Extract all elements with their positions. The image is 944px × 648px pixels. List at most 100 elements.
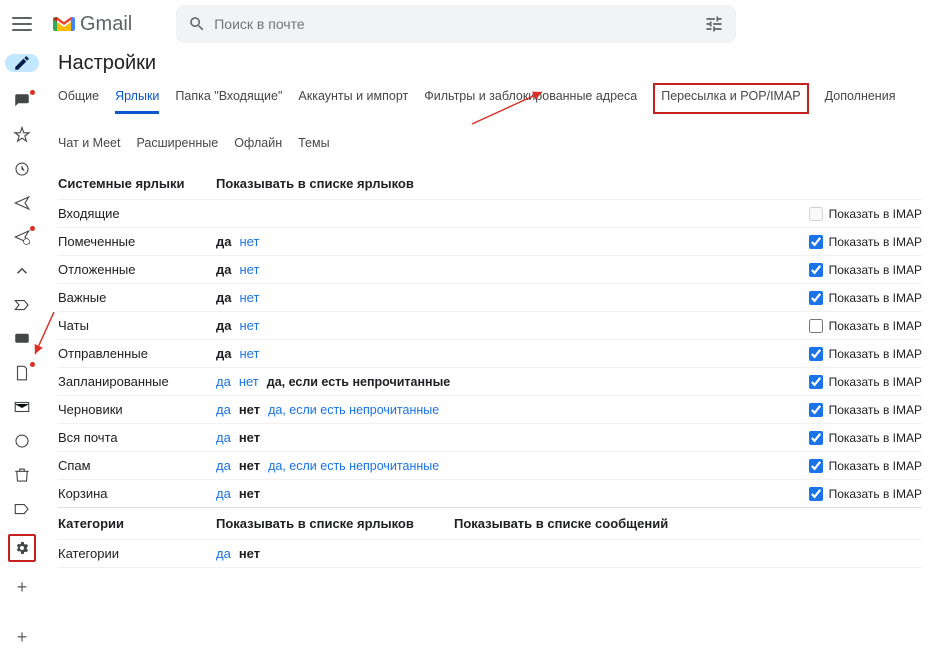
all-mail-icon[interactable] [13,398,31,416]
imap-checkbox[interactable] [809,291,823,305]
imap-checkbox[interactable] [809,487,823,501]
label-name: Вся почта [58,430,216,445]
system-row: Черновикиданетда, если есть непрочитанны… [58,395,922,423]
imap-cell: Показать в IMAP [454,403,922,417]
imap-checkbox[interactable] [809,403,823,417]
chevron-up-icon[interactable] [13,262,31,280]
option-yes[interactable]: да [216,234,231,249]
app-name: Gmail [80,13,132,36]
tab-filters[interactable]: Фильтры и заблокированные адреса [424,83,637,114]
imap-checkbox[interactable] [809,319,823,333]
option-yes[interactable]: да [216,486,231,501]
chats-icon[interactable] [13,330,31,348]
manage-labels-highlighted[interactable] [8,534,36,562]
tab-chat[interactable]: Чат и Meet [58,130,120,158]
tab-addons[interactable]: Дополнения [825,83,896,114]
col-header-categories: Категории [58,516,216,531]
show-options: данет [216,546,454,561]
sent-icon[interactable] [13,194,31,212]
option-no[interactable]: нет [239,458,260,473]
imap-cell: Показать в IMAP [454,375,922,389]
imap-label: Показать в IMAP [829,319,922,333]
imap-cell: Показать в IMAP [454,459,922,473]
imap-label: Показать в IMAP [829,487,922,501]
option-yes[interactable]: да [216,262,231,277]
plus-icon-2[interactable]: + [13,628,31,646]
system-row: Помеченныеданет Показать в IMAP [58,227,922,255]
option-if-unread[interactable]: да, если есть непрочитанные [268,459,439,473]
option-if-unread[interactable]: да, если есть непрочитанные [267,375,450,389]
scheduled-icon[interactable] [13,228,31,246]
snoozed-icon[interactable] [13,160,31,178]
imap-checkbox[interactable] [809,459,823,473]
add-label-icon[interactable]: + [13,578,31,596]
tab-offline[interactable]: Офлайн [234,130,282,158]
tab-advanced[interactable]: Расширенные [136,130,218,158]
imap-cell: Показать в IMAP [454,235,922,249]
option-yes[interactable]: да [216,430,231,445]
option-no[interactable]: нет [239,546,260,561]
tab-accounts[interactable]: Аккаунты и импорт [298,83,408,114]
option-yes[interactable]: да [216,458,231,473]
imap-checkbox[interactable] [809,431,823,445]
drafts-icon[interactable] [13,364,31,382]
system-row: Спамданетда, если есть непрочитанныеПока… [58,451,922,479]
compose-button[interactable] [5,54,39,72]
search-input[interactable] [206,16,704,32]
label-icon[interactable] [13,500,31,518]
system-row: Вся почтаданет Показать в IMAP [58,423,922,451]
col-header-msg: Показывать в списке сообщений [454,516,694,531]
option-yes[interactable]: да [216,318,231,333]
option-no[interactable]: нет [239,374,259,389]
imap-label: Показать в IMAP [829,291,922,305]
option-yes[interactable]: да [216,546,231,561]
pencil-icon [13,54,31,72]
tab-themes[interactable]: Темы [298,130,329,158]
option-yes[interactable]: да [216,290,231,305]
system-row: ВходящиеПоказать в IMAP [58,199,922,227]
imap-cell: Показать в IMAP [454,319,922,333]
gmail-icon [52,12,76,36]
imap-checkbox[interactable] [809,235,823,249]
system-row: ОтправленныеданетПоказать в IMAP [58,339,922,367]
option-no[interactable]: нет [239,262,259,277]
search-icon [188,15,206,33]
sidebar: + + [0,48,44,573]
main-menu-button[interactable] [10,12,34,36]
important-icon[interactable] [13,296,31,314]
option-if-unread[interactable]: да, если есть непрочитанные [268,403,439,417]
label-name: Важные [58,290,216,305]
tab-labels[interactable]: Ярлыки [115,83,159,114]
option-no[interactable]: нет [239,290,259,305]
trash-icon[interactable] [13,466,31,484]
star-icon[interactable] [13,126,31,144]
tune-icon[interactable] [704,14,724,34]
imap-checkbox[interactable] [809,375,823,389]
option-no[interactable]: нет [239,318,259,333]
category-row: Категорииданет [58,539,922,567]
option-no[interactable]: нет [239,486,260,501]
imap-checkbox [809,207,823,221]
imap-checkbox[interactable] [809,347,823,361]
imap-checkbox[interactable] [809,263,823,277]
option-no[interactable]: нет [239,234,259,249]
show-options: данет [216,346,454,361]
option-no[interactable]: нет [239,430,260,445]
label-name: Помеченные [58,234,216,249]
search-bar[interactable] [176,5,736,43]
inbox-icon[interactable] [13,92,31,110]
option-yes[interactable]: да [216,402,231,417]
option-no[interactable]: нет [239,346,259,361]
show-options: данет да, если есть непрочитанные [216,402,454,417]
option-yes[interactable]: да [216,346,231,361]
option-yes[interactable]: да [216,374,231,389]
imap-cell: Показать в IMAP [454,431,922,445]
clock-icon[interactable] [13,432,31,450]
label-name: Отложенные [58,262,216,277]
option-no[interactable]: нет [239,402,260,417]
system-row: КорзинаданетПоказать в IMAP [58,479,922,507]
tab-fwd[interactable]: Пересылка и POP/IMAP [653,83,808,114]
tab-general[interactable]: Общие [58,83,99,114]
col-header-show: Показывать в списке ярлыков [216,176,454,191]
tab-inbox[interactable]: Папка "Входящие" [175,83,282,114]
